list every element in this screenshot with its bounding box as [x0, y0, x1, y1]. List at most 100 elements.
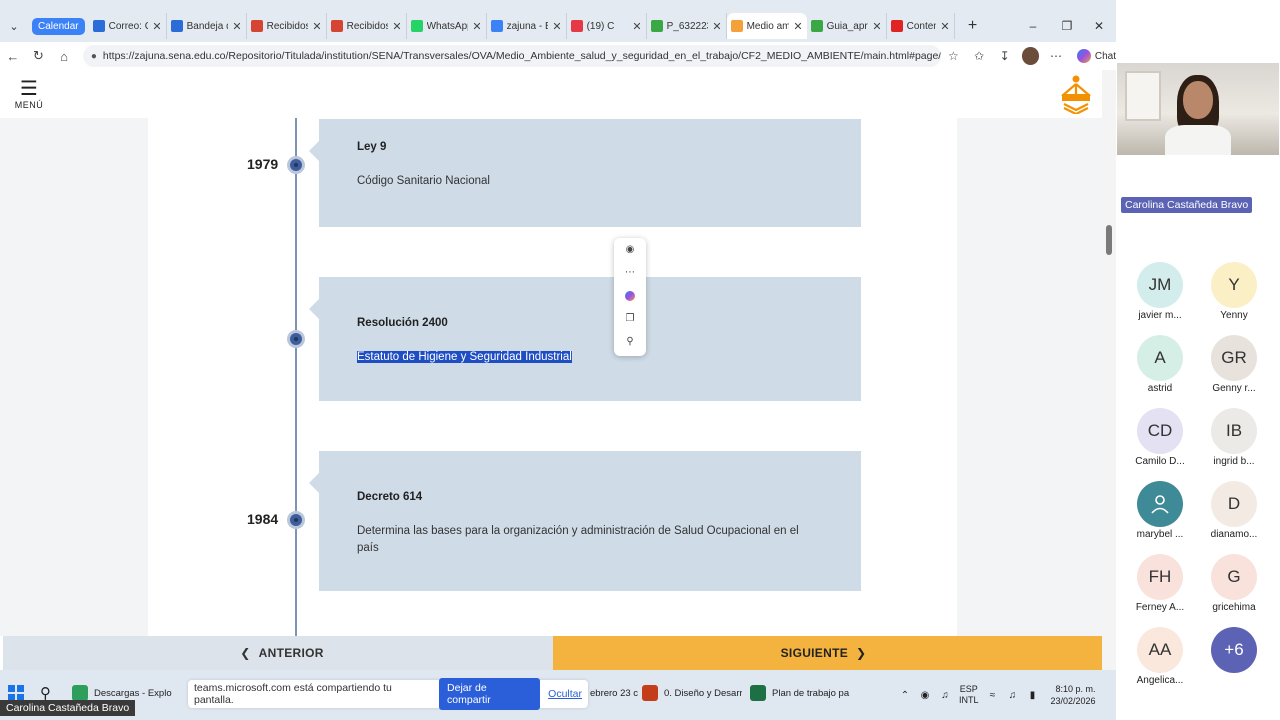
language-code: ESP [959, 684, 978, 694]
hide-banner-link[interactable]: Ocultar [548, 688, 582, 700]
taskbar-app-excel[interactable]: Plan de trabajo pa [750, 682, 850, 704]
tab-close-icon[interactable]: ✕ [392, 20, 401, 33]
stop-sharing-button[interactable]: Dejar de compartir [439, 678, 541, 710]
participant-tile[interactable]: FH Ferney A... [1128, 554, 1192, 613]
hamburger-icon: ☰ [20, 78, 38, 100]
participant-tile[interactable]: JM javier m... [1128, 262, 1192, 321]
browser-tab[interactable]: Recibidos ✕ [327, 13, 407, 39]
copy-icon[interactable]: ❐ [614, 307, 646, 330]
browser-tab[interactable]: Recibidos ✕ [247, 13, 327, 39]
reload-icon[interactable]: ↻ [26, 43, 52, 69]
participant-tile[interactable]: GR Genny r... [1202, 335, 1266, 394]
presenter-face [1183, 81, 1213, 119]
language-indicator[interactable]: ESP INTL [959, 684, 979, 706]
tab-close-icon[interactable]: ✕ [312, 20, 321, 33]
participant-tile[interactable]: Ddianamo... [1202, 481, 1266, 540]
favorites-list-icon[interactable]: ✩ [966, 49, 992, 63]
taskbar-app-powerpoint[interactable]: 0. Diseño y Desarr [642, 682, 742, 704]
tab-favicon-icon [250, 20, 263, 32]
network-status-icon[interactable]: ◉ [915, 690, 935, 701]
downloads-icon[interactable]: ↧ [992, 49, 1018, 63]
participant-tile[interactable]: Aastrid [1128, 335, 1192, 394]
browser-tab[interactable]: (19) C ✕ [567, 13, 647, 39]
bottom-navigation: ❮ ANTERIOR SIGUIENTE ❯ [3, 636, 1102, 670]
participant-tile[interactable]: CD Camilo D... [1128, 408, 1192, 467]
selected-text[interactable]: Estatuto de Higiene y Seguridad Industri… [357, 351, 572, 363]
browser-tab[interactable]: Medio am ✕ [726, 13, 807, 39]
browser-tab[interactable]: WhatsApp ✕ [407, 13, 487, 39]
tab-close-icon[interactable]: ✕ [472, 20, 481, 33]
tab-close-icon[interactable]: ✕ [552, 20, 561, 33]
tab-close-icon[interactable]: ✕ [793, 20, 802, 33]
maximize-icon[interactable]: ❐ [1050, 10, 1084, 42]
participant-avatar: GR [1211, 335, 1257, 381]
tab-close-icon[interactable]: ✕ [712, 20, 721, 33]
participant-tile[interactable]: +6 [1202, 627, 1266, 675]
volume-icon[interactable]: ♫ [1003, 690, 1023, 701]
tab-close-icon[interactable]: ✕ [940, 20, 949, 33]
more-dots-icon[interactable]: ⋯ [614, 261, 646, 284]
tab-close-icon[interactable]: ✕ [872, 20, 881, 33]
hide-eye-icon[interactable]: ◉ [614, 238, 646, 261]
tab-actions-menu-icon[interactable]: ⌄ [0, 12, 28, 40]
excel-icon [750, 685, 766, 701]
favorite-star-icon[interactable]: ☆ [941, 49, 967, 63]
microphone-icon[interactable]: ♫ [935, 690, 955, 701]
new-tab-button[interactable]: + [961, 17, 985, 35]
back-icon[interactable]: ← [0, 43, 26, 69]
timeline-card: Decreto 614 Determina las bases para la … [309, 451, 861, 591]
menu-button[interactable]: ☰ MENÚ [14, 78, 44, 110]
copilot-chat-button[interactable]: Chat [1076, 49, 1116, 63]
timeline-card-description[interactable]: Estatuto de Higiene y Seguridad Industri… [357, 349, 823, 366]
tab-label: WhatsApp [426, 20, 469, 32]
timeline-year: 1979 [247, 156, 279, 172]
participant-name: Ferney A... [1135, 602, 1185, 613]
browser-tab[interactable]: zajuna - B ✕ [487, 13, 567, 39]
timeline-card: .card:nth-of-type(1)::before{} Ley 9 Cód… [309, 119, 861, 227]
browser-tab[interactable]: P_632223 ✕ [647, 13, 727, 39]
taskbar-app-teams[interactable]: ebrero 23 c [590, 682, 638, 704]
copilot-icon[interactable] [614, 284, 646, 307]
participant-avatar: Y [1211, 262, 1257, 308]
person-icon [1137, 481, 1183, 527]
browser-tab[interactable]: Guia_apre✕ [807, 13, 887, 39]
minimize-icon[interactable]: – [1016, 10, 1050, 42]
participant-tile[interactable]: marybel ... [1128, 481, 1192, 540]
scroll-thumb[interactable] [1106, 225, 1112, 255]
tab-label: Guia_apre [826, 20, 869, 32]
tab-close-icon[interactable]: ✕ [232, 20, 241, 33]
previous-button[interactable]: ❮ ANTERIOR [3, 636, 553, 670]
close-window-icon[interactable]: ✕ [1082, 10, 1116, 42]
tab-close-icon[interactable]: ✕ [632, 20, 641, 33]
home-icon[interactable]: ⌂ [51, 43, 77, 69]
participant-name: javier m... [1138, 310, 1182, 321]
browser-tab[interactable]: Bandeja d ✕ [167, 13, 247, 39]
participant-name: marybel ... [1136, 529, 1184, 540]
clock[interactable]: 8:10 p. m. 23/02/2026 [1051, 683, 1096, 707]
browser-tabs: Correo: C ✕ Bandeja d ✕ Recibidos ✕ Recibidos ✕… [89, 13, 955, 39]
tab-close-icon[interactable]: ✕ [152, 20, 161, 33]
selection-context-menu: ◉ ⋯ ❐ ⚲ [614, 238, 646, 356]
tab-favicon-icon [570, 20, 583, 32]
page-scrollbar[interactable] [1102, 70, 1116, 670]
chevron-up-icon[interactable]: ⌃ [895, 690, 915, 701]
next-button[interactable]: SIGUIENTE ❯ [553, 636, 1102, 670]
tab-group-calendar[interactable]: Calendar [32, 17, 85, 35]
taskbar-app-label: Descargas - Explo [94, 687, 172, 699]
browser-tab[interactable]: Contenid✕ [887, 13, 955, 39]
presenter-video [1117, 63, 1279, 155]
battery-icon[interactable]: ▮ [1023, 690, 1043, 701]
explorer-icon [72, 685, 88, 701]
address-bar: ← ↻ ⌂ ● https://zajuna.sena.edu.co/Repos… [0, 42, 1116, 70]
participant-tile[interactable]: Y Yenny [1202, 262, 1266, 321]
browser-tab[interactable]: Correo: C ✕ [89, 13, 167, 39]
participant-tile[interactable]: IB ingrid b... [1202, 408, 1266, 467]
participant-tile[interactable]: Ggricehima [1202, 554, 1266, 613]
search-icon[interactable]: ⚲ [614, 330, 646, 353]
profile-avatar[interactable] [1021, 47, 1040, 65]
more-options-icon[interactable]: ⋯ [1043, 49, 1069, 63]
page-right-margin [957, 118, 1102, 636]
url-input[interactable]: ● https://zajuna.sena.edu.co/Repositorio… [82, 45, 941, 67]
participant-tile[interactable]: AA Angelica... [1128, 627, 1192, 686]
wifi-icon[interactable]: ≈ [983, 690, 1003, 701]
